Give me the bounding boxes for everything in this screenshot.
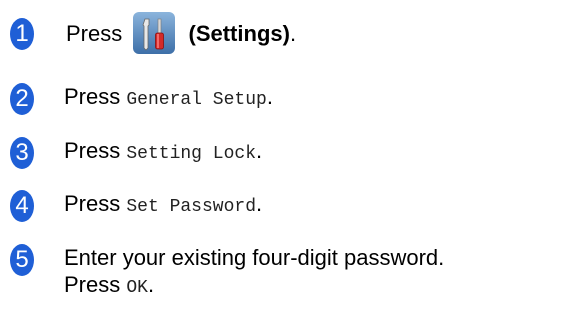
step-text: Enter your existing four-digit password.… [64, 244, 444, 302]
instruction-line: Enter your existing four-digit password. [64, 245, 445, 270]
press-label: Press [64, 84, 121, 109]
step-text: Press (Settings). [66, 12, 296, 57]
step-number-badge: 2 [10, 83, 34, 115]
period: . [289, 21, 297, 46]
period: . [266, 84, 273, 109]
step-text: Press Setting Lock. [64, 137, 262, 168]
menu-item-general-setup: General Setup [126, 90, 267, 110]
step-text: Press General Setup. [64, 83, 273, 114]
step-1: 1 Press (Settings). [10, 12, 296, 57]
step-number-badge: 5 [10, 244, 34, 276]
step-4: 4 Press Set Password. [10, 190, 262, 222]
period: . [256, 191, 263, 216]
period: . [256, 138, 263, 163]
step-2: 2 Press General Setup. [10, 83, 273, 115]
press-label: Press [64, 272, 121, 297]
step-5: 5 Enter your existing four-digit passwor… [10, 244, 444, 302]
step-number-badge: 1 [10, 18, 34, 50]
period: . [147, 272, 155, 297]
step-text: Press Set Password. [64, 190, 262, 221]
step-number-badge: 3 [10, 137, 34, 169]
ok-button-label: OK [126, 278, 148, 298]
settings-icon [132, 11, 176, 55]
press-label: Press [66, 21, 123, 46]
press-label: Press [64, 138, 121, 163]
step-number-badge: 4 [10, 190, 34, 222]
instruction-line: Press OK. [64, 271, 444, 302]
menu-item-setting-lock: Setting Lock [126, 144, 256, 164]
step-3: 3 Press Setting Lock. [10, 137, 262, 169]
press-label: Press [64, 191, 121, 216]
menu-item-set-password: Set Password [126, 197, 256, 217]
settings-label: (Settings) [188, 21, 290, 46]
